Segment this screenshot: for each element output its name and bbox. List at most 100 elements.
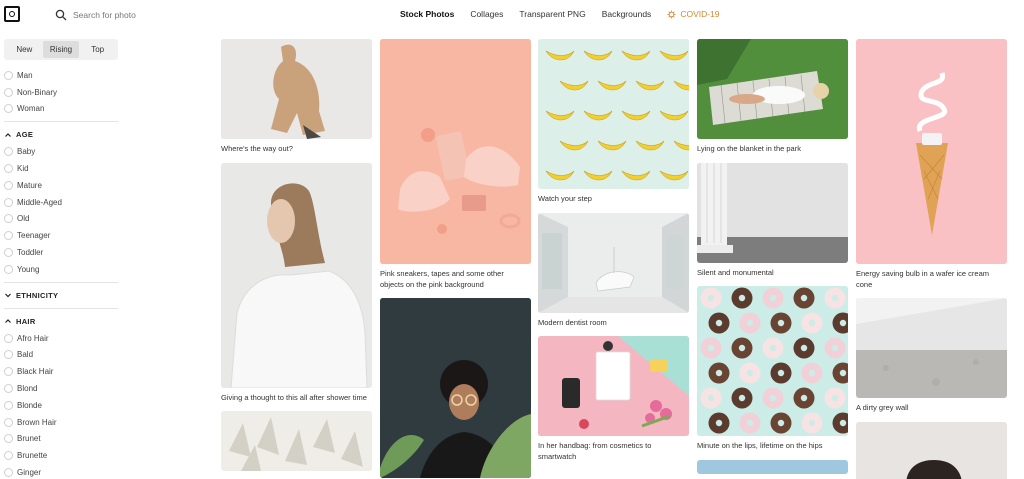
- section-age[interactable]: AGE: [4, 126, 118, 143]
- nav-stock-photos[interactable]: Stock Photos: [400, 9, 454, 19]
- photo-card[interactable]: In her handbag: from cosmetics to smartw…: [538, 336, 689, 462]
- nav-covid[interactable]: COVID-19: [667, 9, 720, 19]
- filter-option[interactable]: Kid: [4, 160, 118, 177]
- photo-card[interactable]: [380, 298, 531, 478]
- nav-transparent-png[interactable]: Transparent PNG: [519, 9, 585, 19]
- radio-icon[interactable]: [4, 384, 13, 394]
- photo-caption: Where's the way out?: [221, 144, 293, 153]
- filter-option[interactable]: Brown Hair: [4, 414, 118, 431]
- radio-icon[interactable]: [4, 104, 13, 114]
- photo-caption: A dirty grey wall: [856, 403, 909, 412]
- radio-icon[interactable]: [4, 180, 13, 190]
- photo-card[interactable]: Modern dentist room: [538, 212, 689, 329]
- filter-option[interactable]: Blond: [4, 380, 118, 397]
- filter-option[interactable]: Non-Binary: [4, 84, 118, 101]
- logo-icon[interactable]: [4, 6, 20, 22]
- radio-icon[interactable]: [4, 350, 13, 360]
- photo-blanket-park[interactable]: [697, 39, 848, 139]
- radio-icon[interactable]: [4, 197, 13, 207]
- photo-card[interactable]: [856, 421, 1007, 479]
- radio-icon[interactable]: [4, 367, 13, 377]
- photo-column: Where's the way out? Giving a thought to…: [221, 39, 372, 479]
- radio-icon[interactable]: [4, 70, 13, 80]
- photo-card[interactable]: Silent and monumental: [697, 162, 848, 279]
- tab-new[interactable]: New: [6, 41, 43, 58]
- photo-card[interactable]: Pink sneakers, tapes and some other obje…: [380, 39, 531, 290]
- filter-label: Blond: [17, 384, 38, 394]
- photo-card[interactable]: Where's the way out?: [221, 39, 372, 155]
- photo-bulb-cone[interactable]: [856, 39, 1007, 264]
- radio-icon[interactable]: [4, 164, 13, 174]
- section-ethnicity[interactable]: ETHNICITY: [4, 287, 118, 304]
- filter-option[interactable]: Ginger: [4, 464, 118, 479]
- radio-icon[interactable]: [4, 468, 13, 478]
- photo-card[interactable]: Energy saving bulb in a wafer ice cream …: [856, 39, 1007, 290]
- filter-option[interactable]: Brunet: [4, 431, 118, 448]
- photo-handbag-items[interactable]: [538, 336, 689, 436]
- photo-card[interactable]: Minute on the lips, lifetime on the hips: [697, 286, 848, 452]
- photo-woman-shower[interactable]: [221, 162, 372, 388]
- photo-column: Watch your step Modern dentist room In h…: [538, 39, 689, 470]
- filter-option[interactable]: Old: [4, 211, 118, 228]
- photo-card[interactable]: Lying on the blanket in the park: [697, 39, 848, 155]
- filter-option[interactable]: Woman: [4, 101, 118, 118]
- nav-covid-label: COVID-19: [680, 9, 720, 19]
- radio-icon[interactable]: [4, 147, 13, 157]
- tab-top[interactable]: Top: [79, 41, 116, 58]
- tab-rising[interactable]: Rising: [42, 41, 80, 58]
- filter-option[interactable]: Baby: [4, 143, 118, 160]
- photo-column: Energy saving bulb in a wafer ice cream …: [856, 39, 1007, 479]
- photo-caption: Watch your step: [538, 194, 592, 203]
- photo-card[interactable]: [697, 459, 848, 474]
- photo-dentist-room[interactable]: [538, 212, 689, 313]
- filter-option[interactable]: Bald: [4, 347, 118, 364]
- filter-option[interactable]: Teenager: [4, 227, 118, 244]
- filter-label: Afro Hair: [17, 333, 49, 343]
- radio-icon[interactable]: [4, 434, 13, 444]
- filter-label: Middle-Aged: [17, 197, 62, 207]
- filter-label: Black Hair: [17, 367, 54, 377]
- radio-icon[interactable]: [4, 400, 13, 410]
- filter-option[interactable]: Young: [4, 261, 118, 278]
- search-input[interactable]: [73, 10, 193, 20]
- nav-backgrounds[interactable]: Backgrounds: [602, 9, 652, 19]
- photo-card[interactable]: Watch your step: [538, 39, 689, 205]
- filter-sidebar: New Rising Top Man Non-Binary Woman AGE …: [4, 39, 118, 479]
- radio-icon[interactable]: [4, 231, 13, 241]
- filter-option[interactable]: Blonde: [4, 397, 118, 414]
- radio-icon[interactable]: [4, 333, 13, 343]
- radio-icon[interactable]: [4, 87, 13, 97]
- filter-option[interactable]: Afro Hair: [4, 330, 118, 347]
- photo-card[interactable]: Giving a thought to this all after showe…: [221, 162, 372, 404]
- filter-option[interactable]: Man: [4, 67, 118, 84]
- radio-icon[interactable]: [4, 451, 13, 461]
- radio-icon[interactable]: [4, 264, 13, 274]
- photo-bananas[interactable]: [538, 39, 689, 189]
- filter-option[interactable]: Middle-Aged: [4, 194, 118, 211]
- filter-label: Bald: [17, 350, 34, 360]
- photo-card[interactable]: [221, 411, 372, 471]
- photo-donuts[interactable]: [697, 286, 848, 436]
- filter-option[interactable]: Black Hair: [4, 363, 118, 380]
- filter-option[interactable]: Toddler: [4, 244, 118, 261]
- photo-pink-sneakers[interactable]: [380, 39, 531, 264]
- photo-card[interactable]: A dirty grey wall: [856, 298, 1007, 414]
- photo-sweater[interactable]: [221, 39, 372, 139]
- photo-grey-wall[interactable]: [856, 298, 1007, 398]
- photo-geometric-wall[interactable]: [221, 411, 372, 471]
- filter-option[interactable]: Mature: [4, 177, 118, 194]
- radio-icon[interactable]: [4, 417, 13, 427]
- photo-blue-partial[interactable]: [697, 459, 848, 474]
- photo-column-monumental[interactable]: [697, 162, 848, 263]
- photo-man-glasses[interactable]: [380, 298, 531, 478]
- photo-person-partial[interactable]: [856, 421, 1007, 479]
- photo-caption: Modern dentist room: [538, 317, 607, 327]
- divider: [4, 307, 118, 309]
- filter-label: Woman: [17, 104, 45, 114]
- search-box[interactable]: [55, 7, 193, 23]
- radio-icon[interactable]: [4, 248, 13, 258]
- nav-collages[interactable]: Collages: [470, 9, 503, 19]
- filter-option[interactable]: Brunette: [4, 447, 118, 464]
- radio-icon[interactable]: [4, 214, 13, 224]
- section-hair[interactable]: HAIR: [4, 313, 118, 330]
